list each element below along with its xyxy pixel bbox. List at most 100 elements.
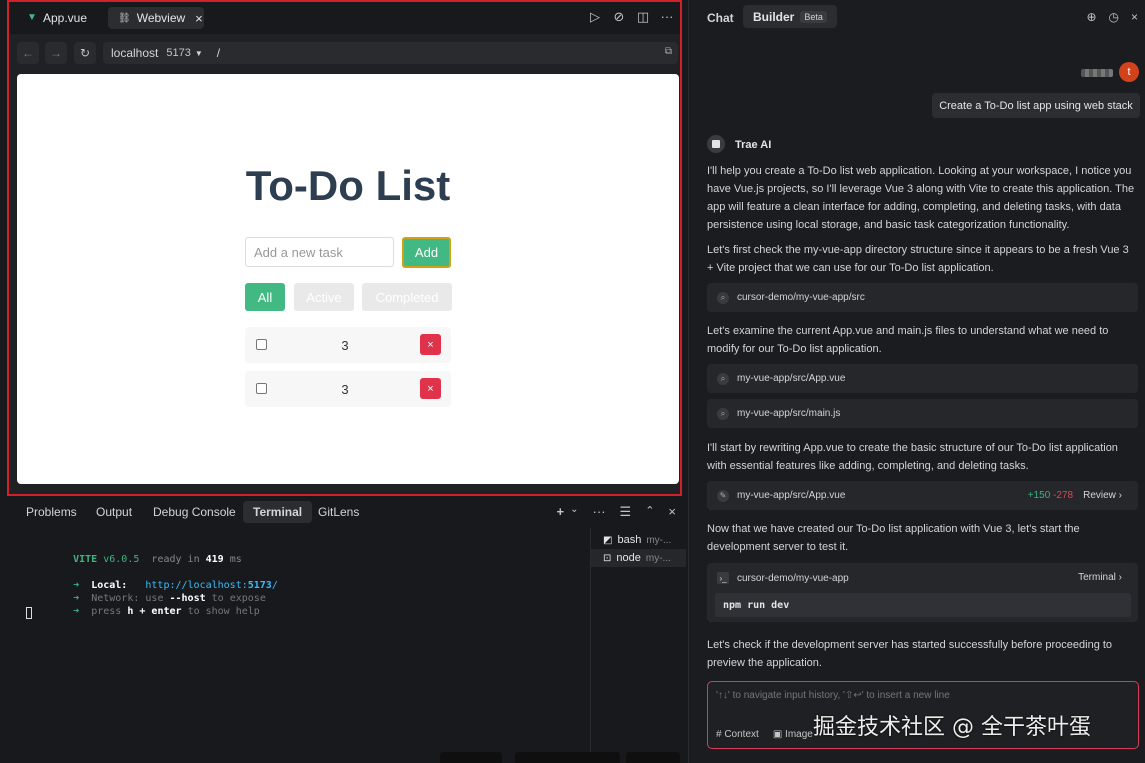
page-title: To-Do List — [245, 162, 451, 209]
todo-item: 3 × — [245, 327, 451, 363]
todo-text: 3 — [341, 338, 349, 353]
filter-completed-button[interactable]: Completed — [362, 283, 452, 311]
address-bar: ← → ↻ localhost 5173 ▼ / ⧉ — [9, 38, 680, 68]
chat-toolbar: ⊕ ◷ × — [1086, 10, 1138, 24]
chevron-up-icon[interactable]: ⌃ — [645, 504, 654, 520]
compass-icon[interactable]: ⊘ — [612, 9, 626, 25]
tab-chat[interactable]: Chat — [707, 11, 734, 25]
forward-arrow-icon[interactable]: → — [45, 42, 67, 64]
reload-icon[interactable]: ↻ — [74, 42, 96, 64]
close-icon[interactable]: × — [195, 11, 203, 26]
search-icon: ⌕ — [717, 291, 729, 304]
more-icon[interactable]: ··· — [660, 9, 674, 25]
delete-button[interactable]: × — [420, 334, 441, 355]
vite-label: VITE — [73, 554, 98, 565]
session-name: node — [616, 552, 641, 564]
terminal-icon: ⊡ — [603, 552, 612, 564]
command-text: npm run dev — [715, 593, 1131, 617]
panel-toolbar: + ⌄ ··· ☰ ⌃ × — [557, 504, 676, 520]
avatar: t — [1119, 62, 1139, 82]
help-text: to show help — [187, 606, 260, 617]
help-text: press — [91, 606, 122, 617]
tool-path: cursor-demo/my-vue-app/src — [737, 292, 865, 303]
tool-card-read[interactable]: ⌕ my-vue-app/src/App.vue — [707, 364, 1138, 393]
ai-paragraph: Let's check if the development server ha… — [707, 639, 1113, 669]
ai-paragraph: I'll help you create a To-Do list web ap… — [707, 165, 1135, 231]
close-icon[interactable]: × — [668, 504, 676, 520]
tab-problems[interactable]: Problems — [16, 501, 87, 523]
terminal-icon: ›_ — [717, 572, 729, 584]
tab-terminal[interactable]: Terminal — [243, 501, 313, 523]
ai-name: Trae AI — [735, 139, 772, 151]
editor-tab-bar: ▼ App.vue ⛓ Webview × ▷ ⊘ ◫ ··· — [9, 2, 680, 34]
tool-card-read[interactable]: ⌕ my-vue-app/src/main.js — [707, 399, 1138, 428]
tab-output[interactable]: Output — [86, 501, 142, 523]
add-button[interactable]: Add — [402, 237, 451, 268]
tool-path: my-vue-app/src/App.vue — [737, 373, 846, 384]
review-link[interactable]: Review › — [1083, 490, 1122, 501]
new-chat-icon[interactable]: ⊕ — [1086, 10, 1096, 24]
open-terminal-link[interactable]: Terminal › — [1078, 572, 1122, 583]
input-actions: # Context ▣ Image — [716, 729, 813, 740]
back-arrow-icon[interactable]: ← — [17, 42, 39, 64]
help-key: h + enter — [127, 606, 182, 617]
ai-paragraph: Let's examine the current App.vue and ma… — [707, 325, 1109, 355]
settings-sliders-icon[interactable]: ☰ — [620, 504, 632, 520]
tab-builder[interactable]: Builder Beta — [743, 5, 837, 28]
session-node[interactable]: ⊡ node my-... — [591, 549, 686, 567]
tool-path: my-vue-app/src/App.vue — [737, 490, 846, 501]
terminal-output[interactable]: VITE v6.0.5 ready in 419 ms ➜ Local: htt… — [0, 530, 588, 763]
session-sub: my-... — [646, 534, 672, 546]
tab-label: App.vue — [43, 11, 88, 25]
tab-gitlens[interactable]: GitLens — [308, 501, 369, 523]
tool-card-edit[interactable]: ✎ my-vue-app/src/App.vue +150 -278 Revie… — [707, 481, 1138, 510]
status-overlay — [440, 752, 680, 763]
lines-added: +150 — [1027, 490, 1051, 501]
todo-item: 3 × — [245, 371, 451, 407]
context-button[interactable]: # Context — [716, 729, 759, 740]
watermark: 掘金技术社区 @ 全干茶叶蛋 — [813, 715, 1091, 740]
url-field[interactable]: localhost 5173 ▼ / ⧉ — [103, 42, 678, 64]
new-task-input[interactable]: Add a new task — [245, 237, 394, 267]
edit-icon: ✎ — [717, 489, 729, 502]
chevron-down-icon[interactable]: ⌄ — [570, 504, 578, 520]
chat-tab-bar: Chat Builder Beta ⊕ ◷ × — [689, 0, 1145, 34]
url-port[interactable]: 5173 — [166, 47, 190, 59]
close-icon[interactable]: × — [1131, 10, 1138, 24]
url-host: localhost — [111, 46, 159, 60]
tab-app-vue[interactable]: ▼ App.vue — [17, 7, 97, 29]
image-button[interactable]: ▣ Image — [773, 729, 813, 740]
panel-tab-bar: Problems Output Debug Console Terminal G… — [0, 498, 688, 526]
beta-badge: Beta — [800, 10, 827, 23]
session-bash[interactable]: ◩ bash my-... — [591, 531, 686, 549]
user-message: Create a To-Do list app using web stack — [932, 93, 1140, 118]
more-icon[interactable]: ··· — [593, 504, 606, 520]
history-icon[interactable]: ◷ — [1109, 10, 1119, 24]
tab-debug-console[interactable]: Debug Console — [143, 501, 246, 523]
command-card: ›_ cursor-demo/my-vue-app Terminal › npm… — [707, 563, 1138, 622]
plus-icon[interactable]: + — [557, 504, 565, 520]
filter-active-button[interactable]: Active — [294, 283, 354, 311]
ai-paragraph: I'll start by rewriting App.vue to creat… — [707, 442, 1118, 472]
session-sub: my-... — [645, 552, 671, 564]
tab-label: Builder — [753, 9, 795, 24]
external-open-icon[interactable]: ⧉ — [665, 46, 672, 57]
arrow-icon: ➜ — [73, 606, 80, 617]
chevron-down-icon[interactable]: ▼ — [195, 49, 203, 58]
search-icon: ⌕ — [717, 407, 729, 420]
lines-removed: -278 — [1053, 490, 1074, 501]
diff-summary: +150 -278 Review › — [1028, 490, 1122, 501]
webview-pane: ▼ App.vue ⛓ Webview × ▷ ⊘ ◫ ··· ← → ↻ lo… — [7, 0, 682, 496]
filter-all-button[interactable]: All — [245, 283, 285, 311]
user-name-blurred — [1081, 69, 1113, 77]
ms-unit: ms — [229, 554, 242, 565]
vue-icon: ▼ — [27, 12, 37, 23]
tool-card-search[interactable]: ⌕ cursor-demo/my-vue-app/src — [707, 283, 1138, 312]
delete-button[interactable]: × — [420, 378, 441, 399]
split-icon[interactable]: ◫ — [636, 9, 650, 25]
play-icon[interactable]: ▷ — [588, 9, 602, 25]
input-placeholder: '↑↓' to navigate input history, '⇧↩' to … — [716, 690, 950, 701]
local-url-suffix[interactable]: / — [272, 580, 278, 591]
status-chip — [626, 752, 680, 763]
tab-webview[interactable]: ⛓ Webview × — [108, 7, 204, 29]
